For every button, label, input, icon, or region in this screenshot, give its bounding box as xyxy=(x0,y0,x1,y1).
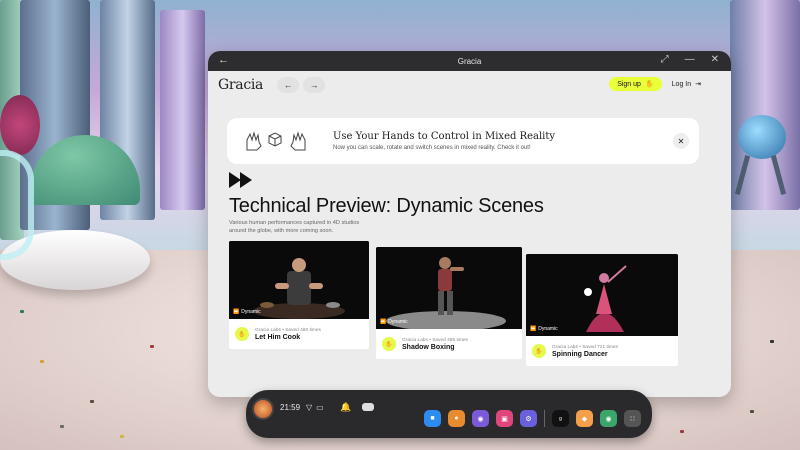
banner-subtitle: Now you can scale, rotate and switch sce… xyxy=(333,145,531,151)
sign-up-label: Sign up xyxy=(617,80,641,88)
fast-forward-icon: ⏩ xyxy=(380,319,387,325)
minimize-icon[interactable]: — xyxy=(685,54,695,65)
log-in-label: Log In xyxy=(671,80,692,88)
scene-card[interactable]: ⏩ Dynamic ✋ Gracia Labs • Saved 721 time… xyxy=(526,254,678,366)
window-title: Gracia xyxy=(457,56,482,66)
page-title: Technical Preview: Dynamic Scenes xyxy=(229,195,544,217)
bag-icon[interactable]: ● xyxy=(448,410,465,427)
building xyxy=(160,10,205,210)
hands-gesture-icon xyxy=(243,128,309,154)
notification-bell-icon[interactable]: 🔔 xyxy=(340,402,351,413)
system-dock: 21:59 ▽ ▭ 🔔 ■ ● ◉ ▣ ⚙ g ◆ ◉ ∷ xyxy=(246,390,652,438)
dynamic-badge: ⏩ Dynamic xyxy=(233,309,261,315)
close-icon[interactable]: ✕ xyxy=(673,133,689,149)
arrow-right-icon: → xyxy=(309,80,319,90)
arch xyxy=(0,150,34,260)
dock-separator xyxy=(544,410,545,427)
headset-icon[interactable] xyxy=(362,403,374,411)
avatar: ✋ xyxy=(235,327,249,341)
browser-window: ← Gracia ⤢ — ✕ Gracia ← → Sign up ✋ Log … xyxy=(208,51,731,397)
sign-up-button[interactable]: Sign up ✋ xyxy=(609,77,662,91)
dynamic-badge: ⏩ Dynamic xyxy=(380,319,408,325)
fast-forward-icon xyxy=(229,172,252,188)
fast-forward-icon: ⏩ xyxy=(233,309,240,315)
badge-label: Dynamic xyxy=(538,326,558,332)
card-title: Spinning Dancer xyxy=(552,350,608,358)
info-banner: Use Your Hands to Control in Mixed Reali… xyxy=(227,118,699,164)
scene-card[interactable]: ⏩ Dynamic ✋ Gracia Labs • Saved 460 time… xyxy=(229,241,369,349)
gracia-icon[interactable]: g xyxy=(552,410,569,427)
badge-label: Dynamic xyxy=(241,309,261,315)
card-title: Let Him Cook xyxy=(255,333,301,341)
camera-icon[interactable]: ▣ xyxy=(496,410,513,427)
login-icon: ⇥ xyxy=(695,81,701,88)
avatar: ✋ xyxy=(382,337,396,351)
page-description: Various human performances captured in 4… xyxy=(229,220,360,235)
scene-thumbnail: ⏩ Dynamic xyxy=(229,241,369,319)
battery-icon: ▭ xyxy=(316,403,324,412)
badge-label: Dynamic xyxy=(388,319,408,325)
scene-thumbnail: ⏩ Dynamic xyxy=(526,254,678,336)
settings-icon[interactable]: ⚙ xyxy=(520,410,537,427)
back-button[interactable]: ← xyxy=(277,77,300,93)
dynamic-badge: ⏩ Dynamic xyxy=(530,326,558,332)
wifi-icon: ▽ xyxy=(306,403,313,412)
arrow-left-icon: ← xyxy=(283,80,293,90)
grid-icon[interactable]: ∷ xyxy=(624,410,641,427)
card-owner: Gracia Labs • Saved 721 times xyxy=(552,344,618,350)
log-in-button[interactable]: Log In ⇥ xyxy=(671,80,701,89)
people-icon[interactable]: ◉ xyxy=(472,410,489,427)
arrow-left-icon[interactable]: ← xyxy=(218,54,229,66)
meta-icon[interactable]: ◉ xyxy=(600,410,617,427)
title-bar: ← Gracia ⤢ — ✕ xyxy=(208,51,731,71)
forward-button[interactable]: → xyxy=(303,77,326,93)
robot-figure xyxy=(730,115,790,195)
user-avatar[interactable] xyxy=(252,398,274,420)
resize-icon[interactable]: ⤢ xyxy=(661,54,669,65)
tree xyxy=(0,95,40,155)
card-owner: Gracia Labs • Saved 460 times xyxy=(255,327,321,333)
clock: 21:59 xyxy=(280,403,301,412)
site-logo[interactable]: Gracia xyxy=(218,77,263,93)
store-icon[interactable]: ■ xyxy=(424,410,441,427)
browser-icon[interactable]: ◆ xyxy=(576,410,593,427)
close-icon[interactable]: ✕ xyxy=(711,54,719,65)
site-navbar: Gracia ← → Sign up ✋ Log In ⇥ xyxy=(208,71,731,99)
card-title: Shadow Boxing xyxy=(402,343,455,351)
card-owner: Gracia Labs • Saved 485 times xyxy=(402,337,468,343)
scene-card[interactable]: ⏩ Dynamic ✋ Gracia Labs • Saved 485 time… xyxy=(376,247,522,359)
fast-forward-icon: ⏩ xyxy=(530,326,537,332)
scene-thumbnail: ⏩ Dynamic xyxy=(376,247,522,329)
avatar: ✋ xyxy=(532,344,546,358)
hand-icon: ✋ xyxy=(644,81,654,88)
banner-title: Use Your Hands to Control in Mixed Reali… xyxy=(333,131,556,142)
